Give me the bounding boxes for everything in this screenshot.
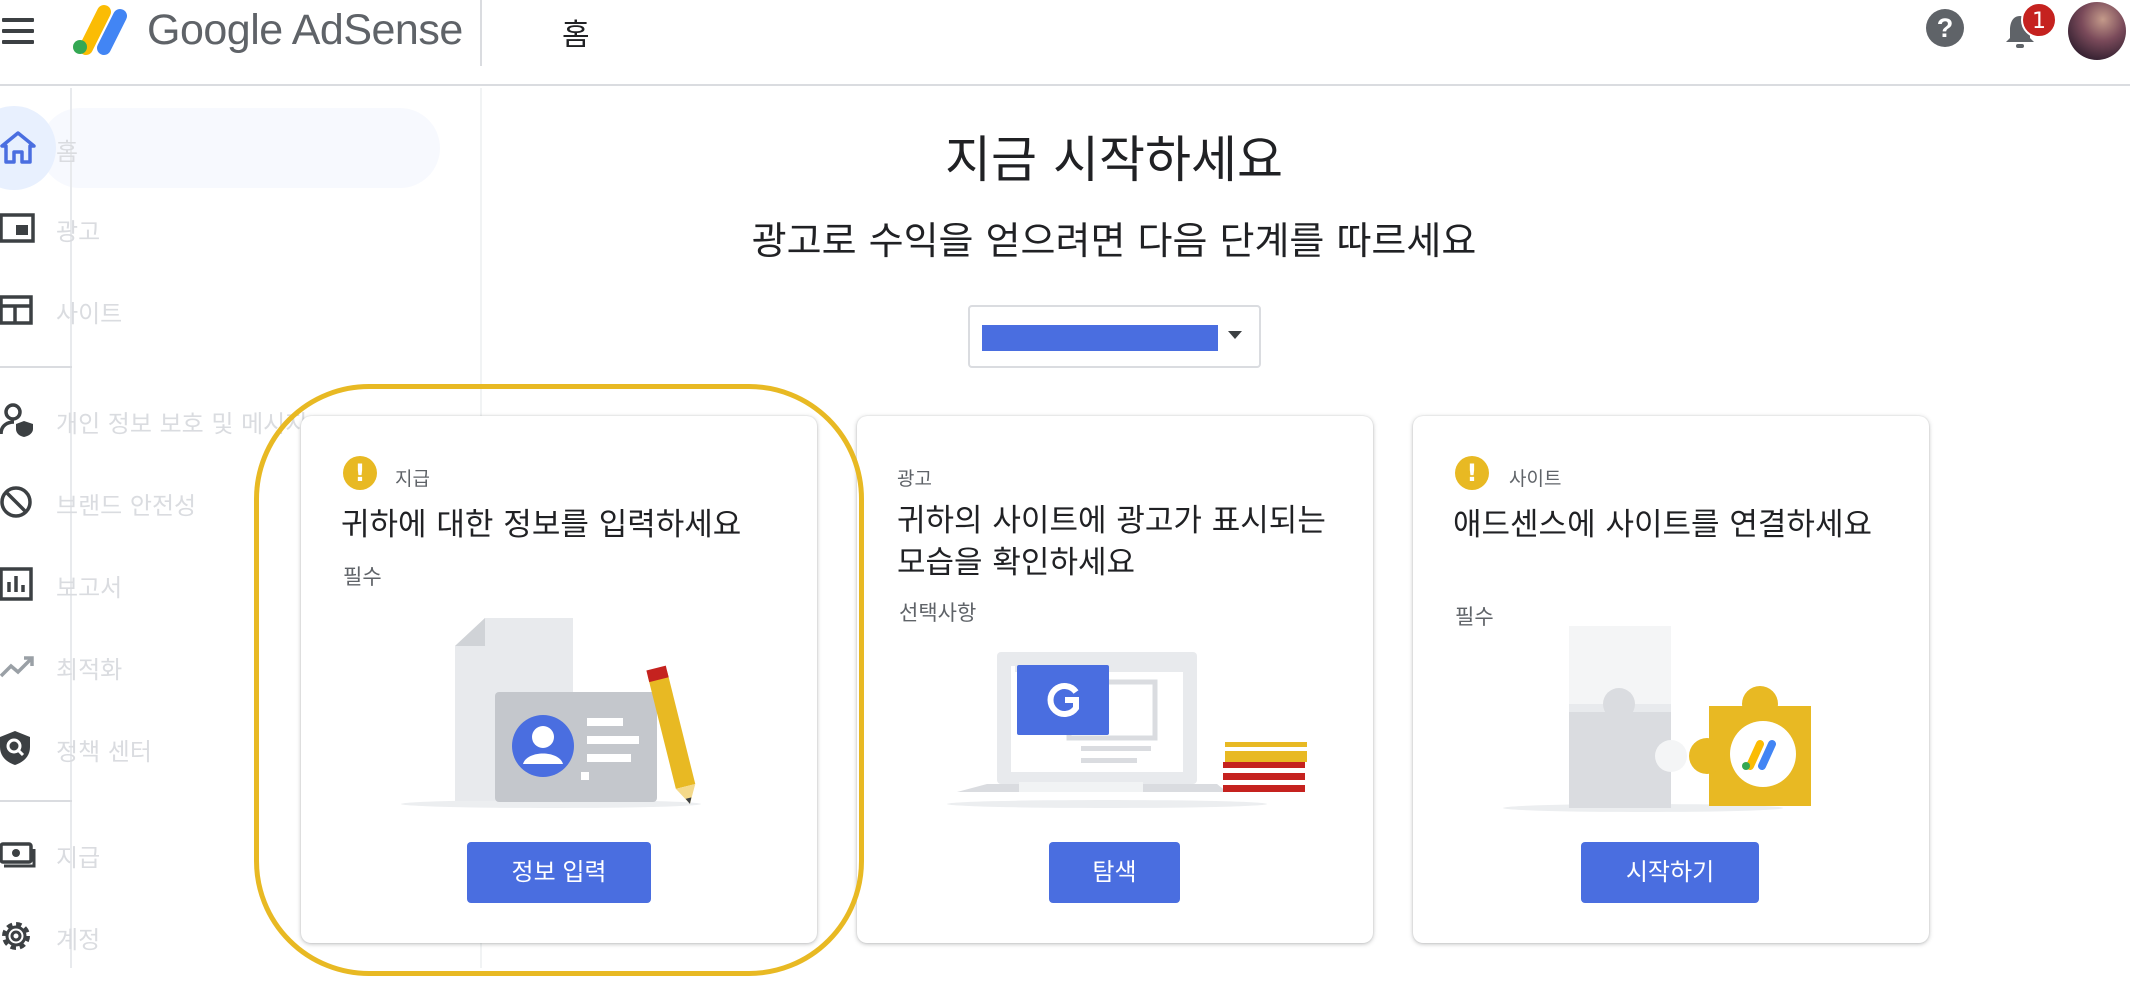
card-title: 귀하의 사이트에 광고가 표시되는 모습을 확인하세요 [897,503,1326,581]
payments-icon [0,842,36,868]
puzzle-connect-illustration [1503,626,1811,812]
main-headline: 지금 시작하세요 [945,131,1283,189]
ads-preview-card: 광고 귀하의 사이트에 광고가 표시되는 모습을 확인하세요 선택사항 탐색 [857,416,1373,943]
sidebar-item-label: 사이트 [56,300,123,328]
top-bar-divider [480,0,482,66]
site-ads-preview-illustration [947,652,1307,808]
sidebar-item-label: 개인 정보 보호 및 메시지 [56,410,308,438]
connect-site-card: ! 사이트 애드센스에 사이트를 연결하세요 필수 시작하기 [1413,416,1929,943]
site-selector-dropdown[interactable] [968,305,1261,368]
sidebar-item-label: 최적화 [56,656,123,684]
optimization-icon [0,656,34,678]
chevron-down-icon [1228,331,1242,339]
sidebar-item-sites[interactable]: 사이트 [0,280,480,340]
sidebar-divider [0,366,72,368]
highlight-annotation-ring [254,384,864,976]
sidebar-item-label: 지급 [56,844,101,872]
get-started-button[interactable]: 시작하기 [1581,842,1759,903]
sites-icon [0,295,33,325]
redacted-site-name [982,325,1218,351]
notification-count-badge: 1 [2021,2,2057,38]
sidebar-item-label: 보고서 [56,574,123,602]
brand-wordmark: Google AdSense [147,6,463,54]
sidebar-item-label: 계정 [56,926,101,954]
sidebar-divider [0,800,72,802]
adsense-logo-icon [73,5,127,55]
reports-icon [0,567,33,601]
help-icon[interactable]: ? [1926,9,1964,47]
main-subheadline: 광고로 수익을 얻으려면 다음 단계를 따르세요 [751,219,1477,263]
block-icon [0,486,32,518]
card-category: 사이트 [1509,468,1562,490]
settings-gear-icon [2,922,30,950]
main-menu-icon[interactable] [0,14,40,48]
privacy-messaging-icon [0,403,33,437]
sidebar-item-label: 브랜드 안전성 [56,492,197,520]
warning-icon: ! [1455,456,1489,490]
explore-button[interactable]: 탐색 [1049,842,1180,903]
card-title: 애드센스에 사이트를 연결하세요 [1453,507,1872,543]
page-title: 홈 [562,18,590,53]
account-avatar[interactable] [2068,2,2126,60]
top-app-bar: Google AdSense 홈 ? 1 [0,0,2130,86]
sidebar-item-label: 정책 센터 [56,738,152,766]
policy-shield-icon [0,731,30,765]
card-category: 광고 [897,468,932,490]
